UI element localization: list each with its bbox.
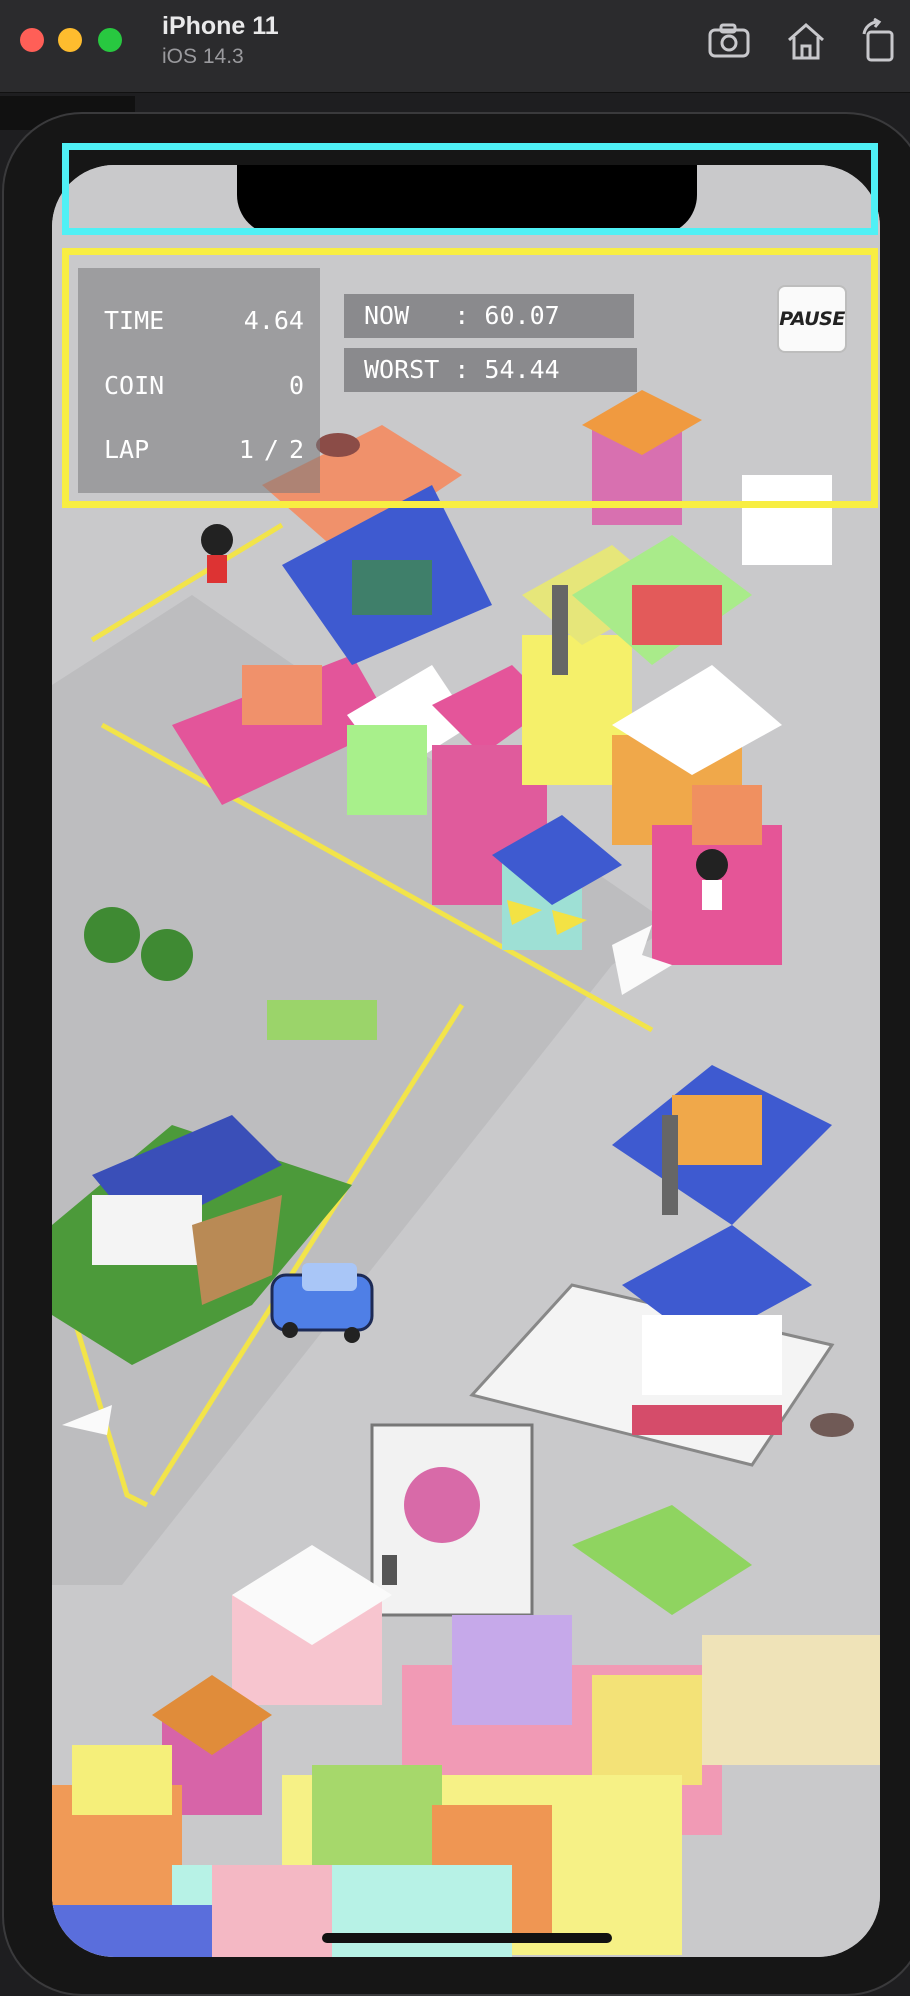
hud-stats-panel: TIME 4.64 COIN 0 LAP 1 / 2 [78,268,320,493]
screenshot-camera-icon[interactable] [706,18,752,64]
lap-current: 1 [238,435,254,464]
lap-separator: / [263,435,279,464]
device-name: iPhone 11 [162,12,279,40]
zoom-window-button[interactable] [98,28,122,52]
home-icon[interactable] [783,18,829,64]
lap-total: 2 [288,435,304,464]
worst-record: WORST : 54.44 [344,348,637,392]
now-record: NOW : 60.07 [344,294,634,338]
coin-value: 0 [288,371,304,400]
time-value: 4.64 [243,306,304,335]
coin-label: COIN [104,371,165,400]
time-label: TIME [104,306,165,335]
os-version: iOS 14.3 [162,45,244,68]
lap-label: LAP [104,435,150,464]
pause-button[interactable]: PAUSE [777,285,847,353]
lap-value: 1 / 2 [239,435,304,464]
lap-row: LAP 1 / 2 [78,435,320,475]
simulator-title-bar: iPhone 11 iOS 14.3 [0,0,910,93]
top-highlight-box [62,143,878,235]
home-indicator[interactable] [322,1933,612,1943]
rotate-icon[interactable] [856,17,902,64]
time-row: TIME 4.64 [78,306,320,346]
close-window-button[interactable] [20,28,44,52]
coin-row: COIN 0 [78,371,320,411]
minimize-window-button[interactable] [58,28,82,52]
